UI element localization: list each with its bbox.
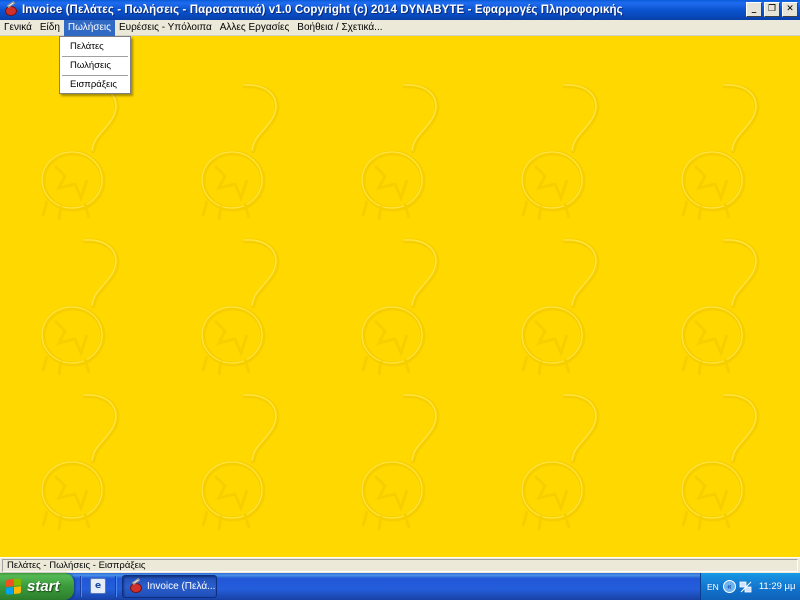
- menu-sales[interactable]: Πωλήσεις: [63, 19, 115, 36]
- background-watermark: [185, 386, 305, 536]
- internet-explorer-icon[interactable]: e: [90, 578, 106, 594]
- minimize-button[interactable]: _: [746, 2, 762, 17]
- background-watermark: [505, 386, 625, 536]
- dropdown-item-receipts[interactable]: Εισπράξεις: [60, 76, 130, 94]
- background-watermark: [665, 386, 785, 536]
- status-bar: Πελάτες - Πωλήσεις - Εισπράξεις: [0, 557, 800, 573]
- quick-launch-separator: [115, 576, 117, 597]
- network-icon[interactable]: [739, 580, 753, 594]
- window-title: Invoice (Πελάτες - Πωλήσεις - Παραστατικ…: [22, 4, 623, 16]
- background-watermark: [345, 231, 465, 381]
- app-icon: [129, 577, 143, 594]
- windows-logo-icon: [6, 577, 22, 596]
- app-icon[interactable]: [4, 0, 18, 17]
- system-tray: EN « 11:29 μμ: [700, 573, 800, 600]
- background-watermark: [185, 76, 305, 226]
- menu-other-tasks[interactable]: Αλλες Εργασίες: [216, 20, 294, 36]
- clock: 11:29 μμ: [758, 581, 796, 592]
- background-watermark: [505, 231, 625, 381]
- background-watermark: [345, 76, 465, 226]
- background-watermark: [25, 76, 145, 226]
- menu-searches-balances[interactable]: Ευρέσεις - Υπόλοιπα: [115, 20, 216, 36]
- title-bar[interactable]: Invoice (Πελάτες - Πωλήσεις - Παραστατικ…: [0, 0, 800, 20]
- window-controls: _ ❐ ✕: [746, 2, 798, 17]
- background-watermark: [185, 231, 305, 381]
- language-indicator[interactable]: EN: [707, 582, 719, 592]
- background-watermark: [665, 231, 785, 381]
- dropdown-item-customers[interactable]: Πελάτες: [60, 38, 130, 56]
- background-watermark: [345, 386, 465, 536]
- taskbar-button-label: Invoice (Πελά...: [147, 581, 216, 592]
- close-button[interactable]: ✕: [782, 2, 798, 17]
- background-watermark: [25, 231, 145, 381]
- background-watermark: [665, 76, 785, 226]
- menu-help-about[interactable]: Βοήθεια / Σχετικά...: [293, 20, 386, 36]
- status-text: Πελάτες - Πωλήσεις - Εισπράξεις: [2, 559, 798, 572]
- menu-items[interactable]: Είδη: [36, 20, 64, 36]
- background-watermark: [25, 386, 145, 536]
- tray-expand-icon[interactable]: «: [722, 580, 736, 593]
- background-watermark: [505, 76, 625, 226]
- taskbar: start e Invoice (Πελά... EN « 11:29 μμ: [0, 573, 800, 600]
- start-label: start: [27, 578, 60, 595]
- restore-button[interactable]: ❐: [764, 2, 780, 17]
- dropdown-item-sales[interactable]: Πωλήσεις: [60, 57, 130, 75]
- taskbar-button-invoice[interactable]: Invoice (Πελά...: [122, 575, 217, 598]
- sales-dropdown-menu: Πελάτες Πωλήσεις Εισπράξεις: [59, 36, 131, 94]
- menu-general[interactable]: Γενικά: [0, 20, 36, 36]
- start-button[interactable]: start: [0, 573, 74, 600]
- quick-launch-separator: [80, 576, 82, 597]
- menu-bar: Γενικά Είδη Πωλήσεις Ευρέσεις - Υπόλοιπα…: [0, 19, 800, 36]
- mdi-workspace: [0, 36, 800, 557]
